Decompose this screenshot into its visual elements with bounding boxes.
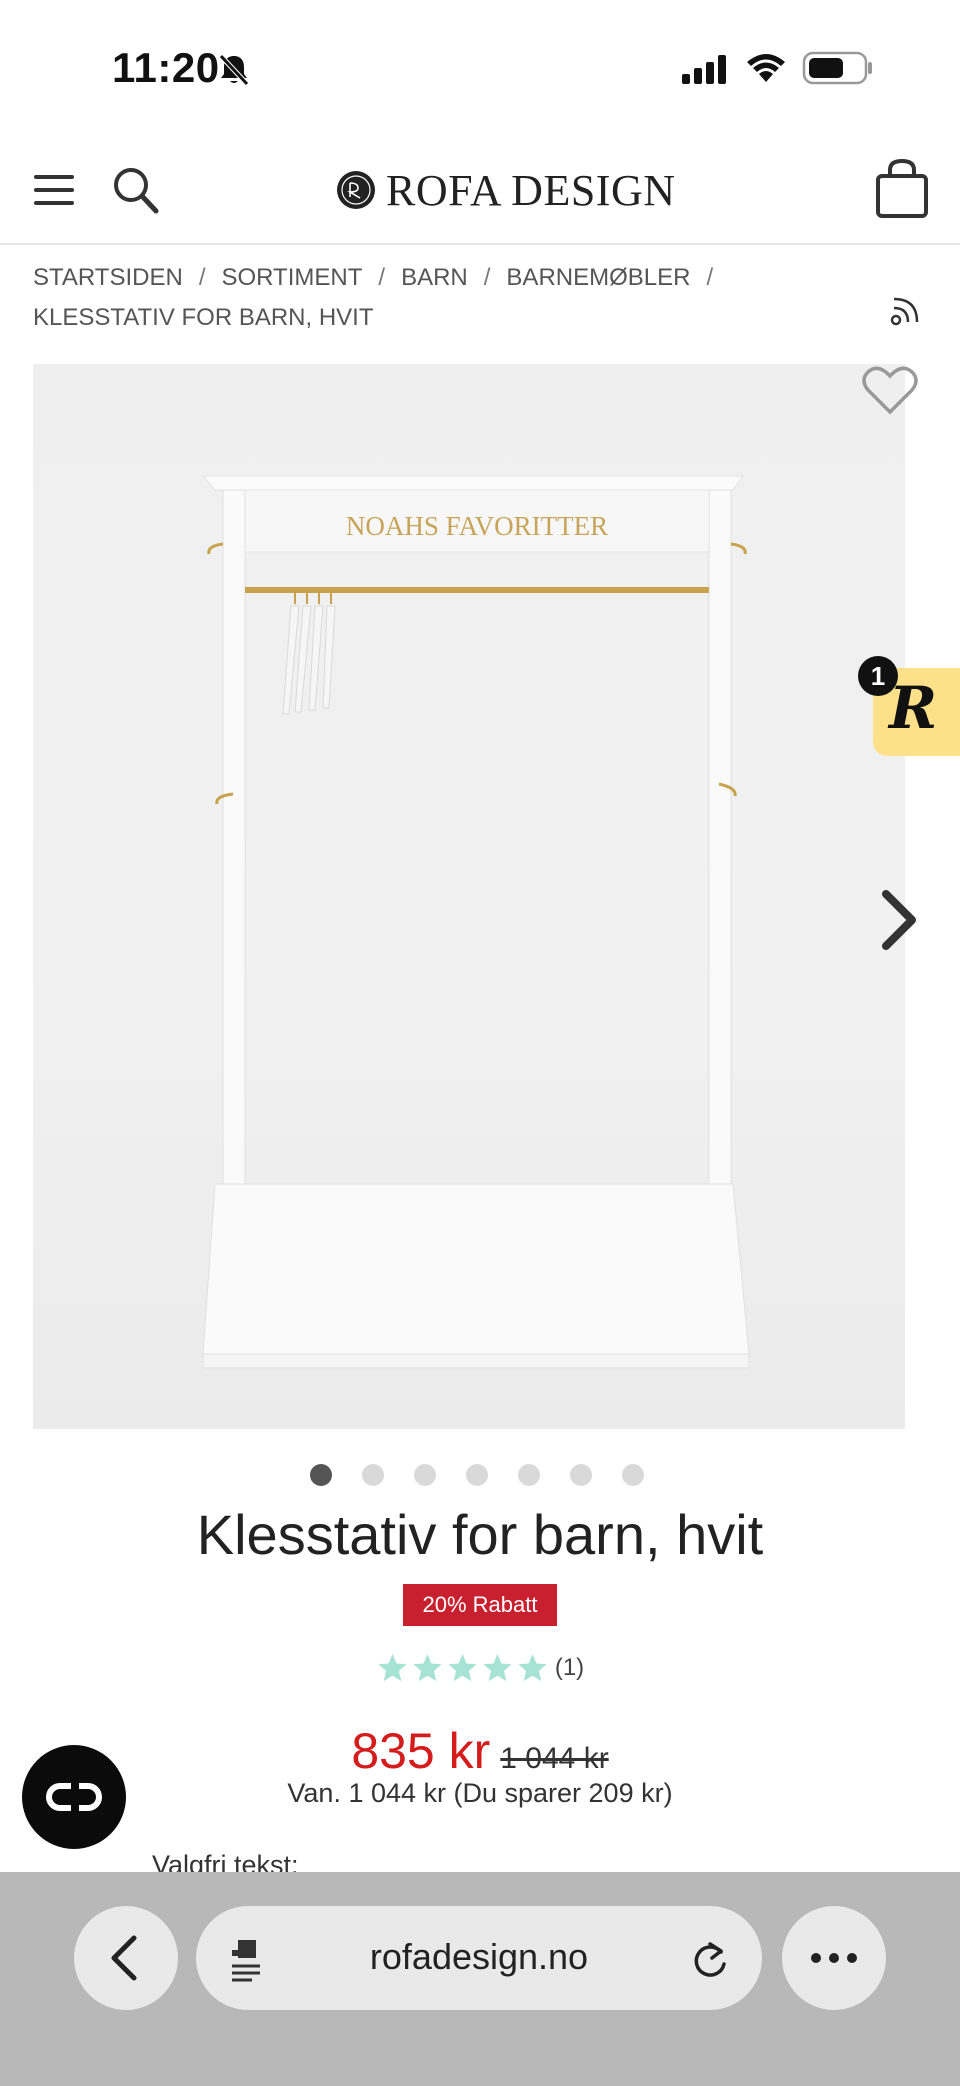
chat-button[interactable]: [22, 1745, 126, 1849]
battery-icon: [802, 51, 872, 85]
product-image[interactable]: NOAHS FAVORITTER: [33, 364, 905, 1429]
search-icon[interactable]: [110, 164, 160, 216]
star-icon: [448, 1654, 477, 1682]
image-dot-2[interactable]: [362, 1464, 384, 1486]
browser-toolbar: rofadesign.no: [0, 1872, 960, 2086]
browser-more-button[interactable]: [782, 1906, 886, 2010]
cellular-signal-icon: [682, 55, 726, 84]
browser-back-button[interactable]: [74, 1906, 178, 2010]
rating-count: (1): [554, 1654, 585, 1681]
price-savings: Van. 1 044 kr (Du sparer 209 kr): [287, 1778, 673, 1808]
breadcrumb-sortiment[interactable]: SORTIMENT: [221, 264, 362, 291]
site-header: ROFA DESIGN: [0, 140, 960, 245]
silent-bell-icon: [219, 54, 249, 86]
image-dot-4[interactable]: [466, 1464, 488, 1486]
star-icon: [413, 1654, 442, 1682]
favorite-heart-icon[interactable]: [862, 364, 918, 416]
sale-price: 835 kr: [351, 1723, 491, 1779]
image-dot-6[interactable]: [570, 1464, 592, 1486]
image-dot-3[interactable]: [414, 1464, 436, 1486]
logo-emblem-icon: [337, 171, 375, 209]
product-title: Klesstativ for barn, hvit: [196, 1503, 764, 1566]
image-pagination: [310, 1464, 644, 1486]
rewards-badge: 1: [858, 656, 898, 696]
breadcrumb-barn[interactable]: BARN: [401, 264, 468, 291]
price-row: 835 kr 1 044 kr: [0, 1722, 960, 1780]
product-rating[interactable]: (1): [0, 1652, 960, 1684]
wifi-icon: [747, 54, 785, 82]
breadcrumb-separator: /: [706, 264, 714, 291]
discount-badge: 20% Rabatt: [403, 1584, 557, 1626]
address-bar-url: rofadesign.no: [369, 1936, 589, 1977]
chevron-left-icon: [111, 1935, 137, 1981]
rack-sign-text: NOAHS FAVORITTER: [346, 511, 608, 541]
brand-name: ROFA DESIGN: [386, 165, 676, 215]
image-dot-5[interactable]: [518, 1464, 540, 1486]
image-dot-7[interactable]: [622, 1464, 644, 1486]
chat-link-icon: [46, 1781, 102, 1813]
address-bar[interactable]: rofadesign.no: [196, 1906, 762, 2010]
breadcrumb-separator: /: [198, 264, 206, 291]
breadcrumb-barnemobler[interactable]: BARNEMØBLER: [506, 264, 690, 291]
shopping-bag-icon[interactable]: [874, 158, 930, 220]
original-price: 1 044 kr: [500, 1742, 609, 1775]
star-icon: [518, 1654, 547, 1682]
breadcrumb-current: KLESSTATIV FOR BARN, HVIT: [33, 304, 374, 331]
hamburger-menu-icon[interactable]: [32, 168, 76, 212]
breadcrumb-home[interactable]: STARTSIDEN: [33, 264, 183, 291]
star-icon: [483, 1654, 512, 1682]
status-time: 11:20: [112, 44, 220, 91]
status-bar: 11:20: [0, 0, 960, 140]
rss-feed-icon[interactable]: [890, 296, 920, 326]
reload-icon[interactable]: [690, 1938, 730, 1980]
image-dot-1[interactable]: [310, 1464, 332, 1486]
clothes-rack-illustration: NOAHS FAVORITTER: [201, 475, 750, 1369]
more-dots-icon: [811, 1953, 857, 1963]
breadcrumb-separator: /: [483, 264, 491, 291]
star-icon: [378, 1654, 407, 1682]
chevron-right-icon[interactable]: [878, 890, 920, 950]
breadcrumb: STARTSIDEN / SORTIMENT / BARN / BARNEMØBLER / KL…: [33, 258, 853, 338]
brand-logo[interactable]: ROFA DESIGN: [336, 164, 676, 216]
breadcrumb-separator: /: [378, 264, 386, 291]
